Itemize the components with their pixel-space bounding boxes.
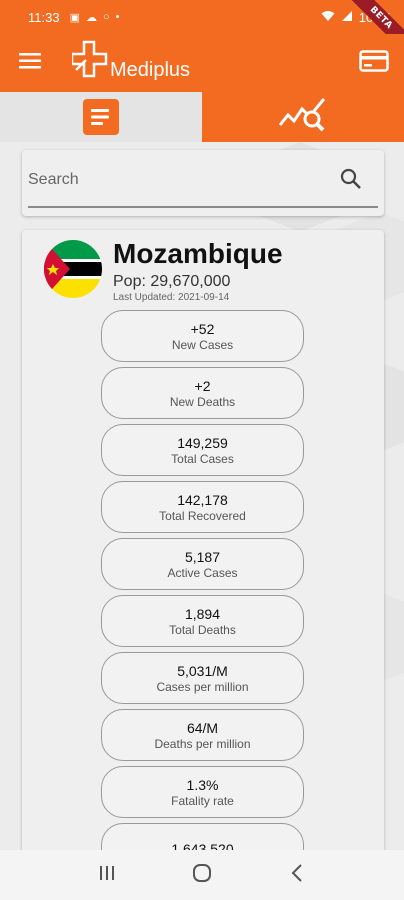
stat-total-cases[interactable]: 149,259 Total Cases xyxy=(101,424,304,476)
recent-apps-button[interactable] xyxy=(87,855,127,895)
status-time: 11:33 xyxy=(28,9,60,25)
stat-value: +2 xyxy=(194,377,211,394)
last-updated: Last Updated: 2021-09-14 xyxy=(113,292,230,303)
tab-chart-search[interactable] xyxy=(202,92,404,142)
notification-icons: ▣ ☁ ○ • xyxy=(70,11,120,24)
stat-deaths-per-million[interactable]: 64/M Deaths per million xyxy=(101,709,304,761)
stat-value: 64/M xyxy=(186,719,219,736)
credit-card-icon xyxy=(359,49,389,77)
stat-active-cases[interactable]: 5,187 Active Cases xyxy=(101,538,304,590)
magnifier-icon xyxy=(340,168,362,194)
stat-label: Total Deaths xyxy=(169,622,236,637)
country-card: Mozambique Pop: 29,670,000 Last Updated:… xyxy=(22,230,384,870)
home-icon xyxy=(192,863,212,888)
recent-apps-icon xyxy=(98,865,116,886)
list-icon xyxy=(83,99,119,135)
stat-cases-per-million[interactable]: 5,031/M Cases per million xyxy=(101,652,304,704)
system-nav-bar xyxy=(0,850,404,900)
app-bar: Mediplus xyxy=(0,34,404,92)
stat-label: New Deaths xyxy=(169,394,236,409)
chart-search-icon xyxy=(278,97,328,138)
mozambique-flag xyxy=(44,240,102,298)
signal-icon xyxy=(341,10,353,25)
stat-label: Cases per million xyxy=(156,679,249,694)
circle-icon: ○ xyxy=(102,10,110,23)
stat-value: 149,259 xyxy=(177,434,228,451)
stat-label: Fatality rate xyxy=(171,793,234,808)
search-underline xyxy=(28,206,378,208)
search-input[interactable] xyxy=(28,160,328,200)
country-population: Pop: 29,670,000 xyxy=(113,273,231,290)
stat-total-deaths[interactable]: 1,894 Total Deaths xyxy=(101,595,304,647)
stat-label: Deaths per million xyxy=(154,736,251,751)
stat-label: Total Cases xyxy=(171,451,234,466)
stat-new-deaths[interactable]: +2 New Deaths xyxy=(101,367,304,419)
stat-new-cases[interactable]: +52 New Cases xyxy=(101,310,304,362)
stat-label: New Cases xyxy=(171,337,234,352)
wifi-icon xyxy=(321,10,335,25)
menu-button[interactable] xyxy=(0,34,60,92)
tab-bar xyxy=(0,92,404,142)
stat-fatality-rate[interactable]: 1.3% Fatality rate xyxy=(101,766,304,818)
stat-value: +52 xyxy=(190,320,215,337)
app-title: Mediplus xyxy=(110,58,191,81)
stat-total-recovered[interactable]: 142,178 Total Recovered xyxy=(101,481,304,533)
country-name: Mozambique xyxy=(113,238,283,269)
search-button[interactable] xyxy=(340,168,364,192)
dot-icon: • xyxy=(115,10,120,23)
status-bar: 11:33 ▣ ☁ ○ • 100% BETA xyxy=(0,0,404,56)
hamburger-menu-icon xyxy=(19,52,41,75)
stats-list: +52 New Cases +2 New Deaths 149,259 Tota… xyxy=(101,310,304,870)
tab-list[interactable] xyxy=(0,92,202,142)
stat-value: 1.3% xyxy=(186,776,219,793)
stat-value: 142,178 xyxy=(177,491,228,508)
search-card xyxy=(22,150,384,216)
back-button[interactable] xyxy=(277,855,317,895)
cloud-icon: ☁ xyxy=(85,11,97,24)
image-icon: ▣ xyxy=(69,11,80,24)
app-logo: Mediplus xyxy=(70,34,191,92)
medical-cross-icon xyxy=(70,40,108,87)
stat-value: 1,894 xyxy=(184,605,221,622)
card-button[interactable] xyxy=(344,34,404,92)
stat-value: 5,031/M xyxy=(177,662,228,679)
stat-value: 5,187 xyxy=(184,548,221,565)
stat-label: Total Recovered xyxy=(159,508,246,523)
home-button[interactable] xyxy=(182,855,222,895)
stat-label: Active Cases xyxy=(167,565,238,580)
back-icon xyxy=(291,863,303,887)
